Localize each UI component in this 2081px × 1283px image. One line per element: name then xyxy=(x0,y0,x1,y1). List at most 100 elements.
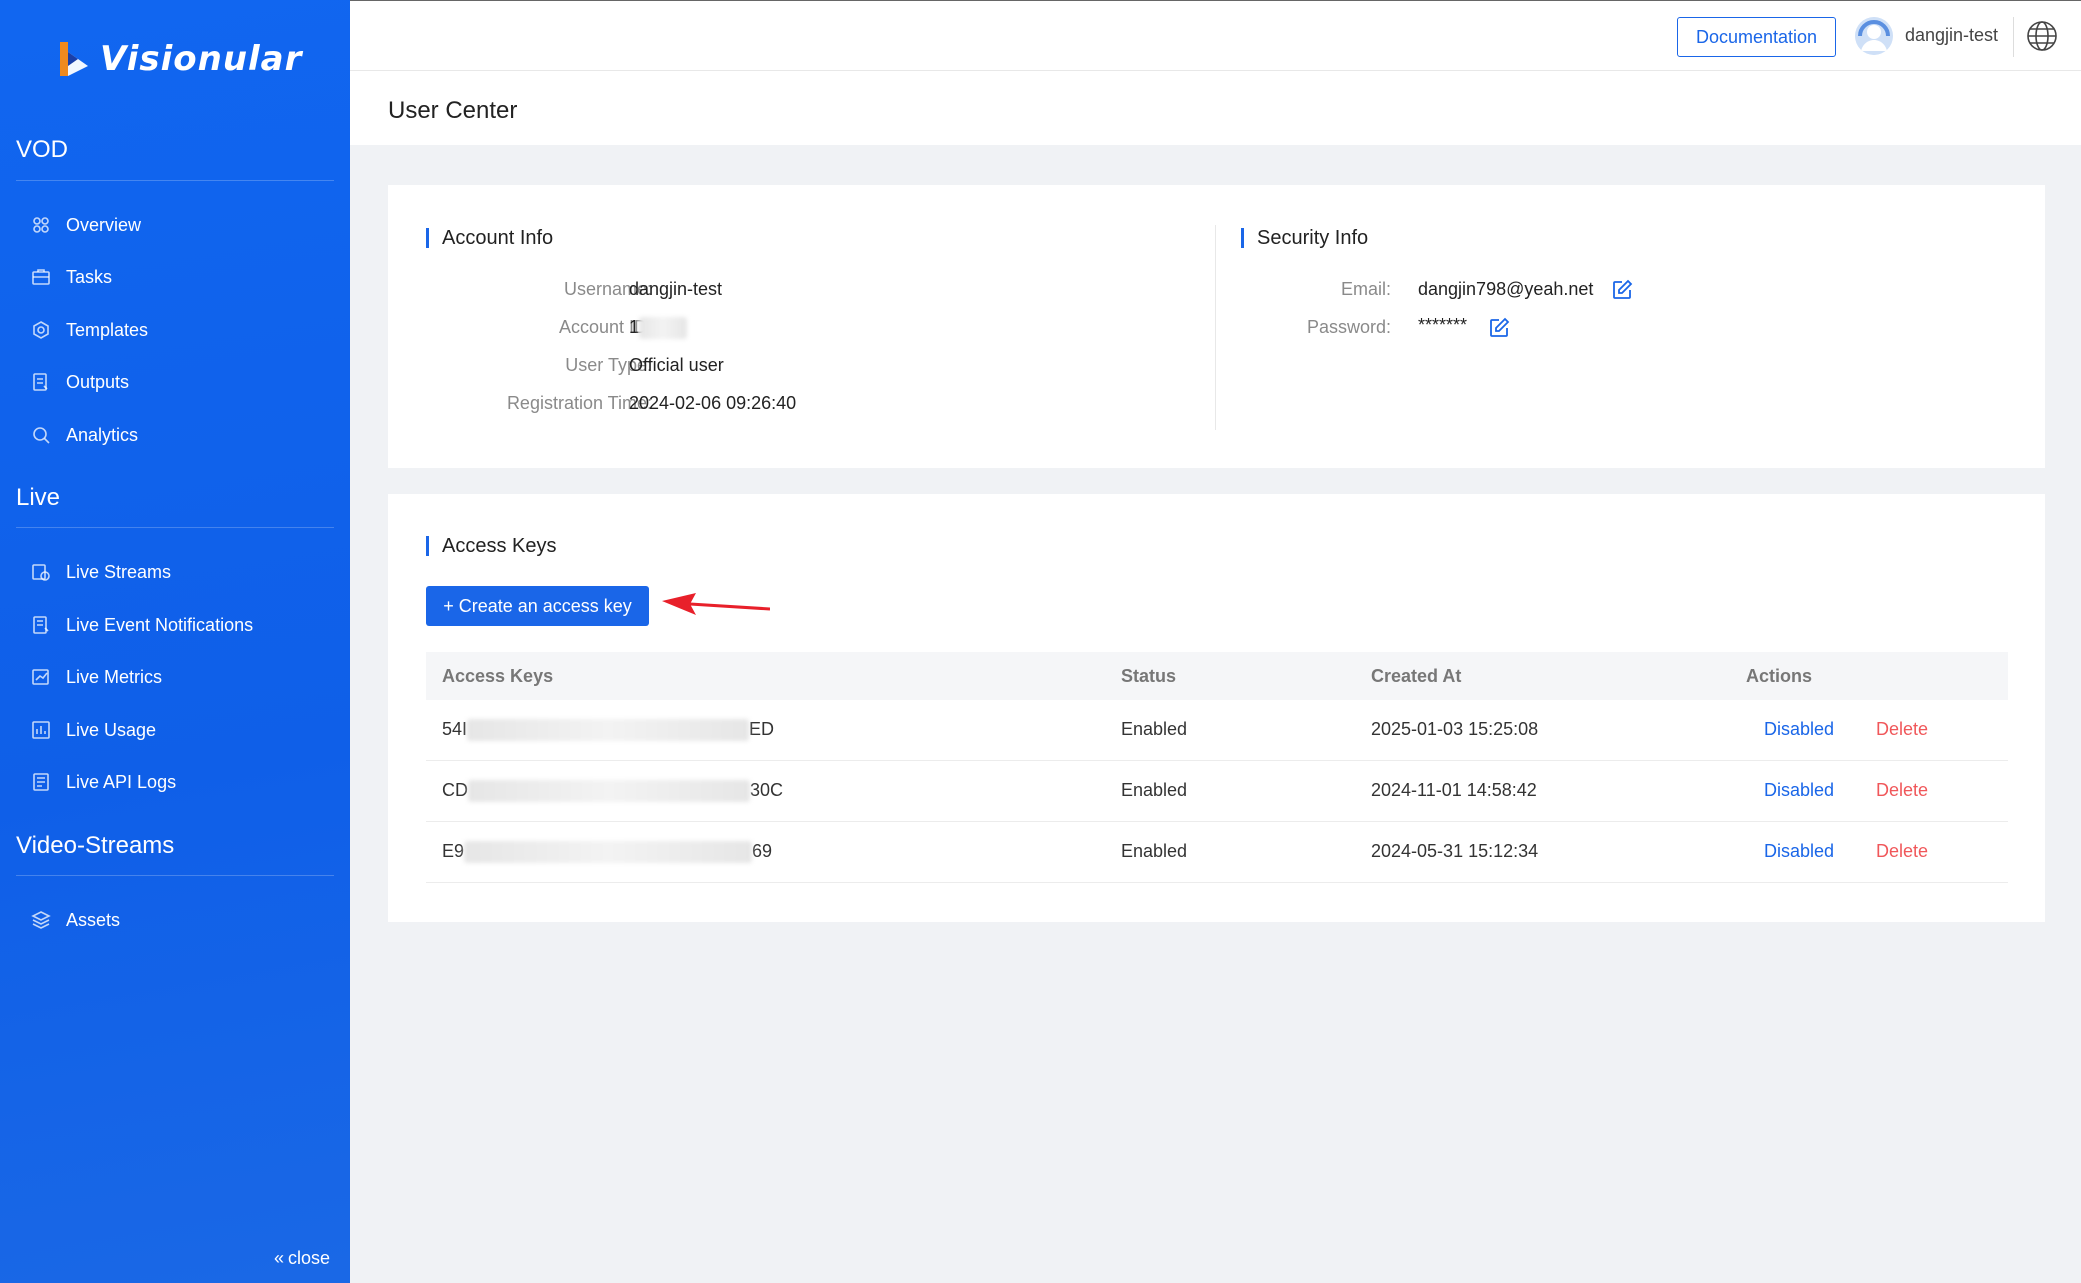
live-streams-icon xyxy=(30,561,52,583)
notifications-icon xyxy=(30,614,52,636)
access-keys-title: Access Keys xyxy=(426,536,556,556)
email-value: dangjin798@yeah.net xyxy=(1418,279,1594,299)
access-key-value: CD 30C xyxy=(442,780,783,803)
field-label: Username: xyxy=(563,279,652,299)
redacted-blur xyxy=(639,317,688,340)
sidebar-item-templates[interactable]: Templates xyxy=(30,315,148,345)
sidebar-item-label: Outputs xyxy=(66,371,130,392)
column-header: Actions xyxy=(1746,666,1813,686)
card-divider xyxy=(1215,225,1216,430)
section-title-live: Live xyxy=(16,484,61,511)
api-logs-icon xyxy=(30,771,52,793)
field-label: User Type: xyxy=(565,355,652,375)
sidebar-item-label: Tasks xyxy=(66,266,113,287)
logo-mark-icon xyxy=(60,42,88,76)
sidebar-item-label: Assets xyxy=(66,909,121,930)
sidebar-item-label: Live Streams xyxy=(66,561,172,582)
status-value: Enabled xyxy=(1121,719,1188,739)
column-header: Status xyxy=(1121,666,1177,686)
page-title: User Center xyxy=(388,97,518,124)
delete-key-link[interactable]: Delete xyxy=(1876,841,1928,862)
column-header: Created At xyxy=(1371,666,1462,686)
language-globe-icon[interactable] xyxy=(2025,19,2059,53)
redacted-blur xyxy=(468,780,750,803)
sidebar-item-live-usage[interactable]: Live Usage xyxy=(30,715,156,745)
security-info-title: Security Info xyxy=(1241,228,1368,248)
edit-password-icon[interactable] xyxy=(1488,317,1510,339)
table-row: 54I ED Enabled 2025-01-03 15:25:08 Disabl… xyxy=(426,700,2008,761)
brand-name: Visionular xyxy=(100,39,303,79)
section-title-video-streams: Video-Streams xyxy=(16,832,175,859)
status-value: Enabled xyxy=(1121,841,1188,861)
disable-key-link[interactable]: Disabled xyxy=(1764,780,1834,801)
section-divider xyxy=(16,527,334,528)
disable-key-link[interactable]: Disabled xyxy=(1764,841,1834,862)
access-key-value: E9 69 xyxy=(442,841,772,864)
status-value: Enabled xyxy=(1121,780,1188,800)
account-id-value: 1 xyxy=(629,317,688,340)
brand-logo: Visionular xyxy=(56,38,302,80)
page-header: User Center xyxy=(350,71,2081,145)
delete-key-link[interactable]: Delete xyxy=(1876,780,1928,801)
user-type-value: Official user xyxy=(629,355,724,375)
field-label: Password: xyxy=(1306,317,1391,337)
redacted-blur xyxy=(464,841,753,864)
close-label: close xyxy=(288,1248,331,1268)
overview-icon xyxy=(30,214,52,236)
metrics-icon xyxy=(30,666,52,688)
sidebar-item-live-metrics[interactable]: Live Metrics xyxy=(30,662,162,692)
edit-email-icon[interactable] xyxy=(1611,279,1633,301)
sidebar-item-label: Templates xyxy=(66,319,149,340)
top-bar: Documentation dangjin-test xyxy=(350,0,2081,71)
sidebar-item-label: Live Metrics xyxy=(66,666,163,687)
tasks-icon xyxy=(30,266,52,288)
usage-icon xyxy=(30,719,52,741)
templates-icon xyxy=(30,319,52,341)
documentation-button[interactable]: Documentation xyxy=(1677,17,1836,57)
sidebar-item-label: Live API Logs xyxy=(66,771,177,792)
collapse-sidebar-button[interactable]: « close xyxy=(274,1248,330,1269)
sidebar-item-assets[interactable]: Assets xyxy=(30,905,120,935)
user-name[interactable]: dangjin-test xyxy=(1905,25,1998,46)
sidebar-item-live-api-logs[interactable]: Live API Logs xyxy=(30,767,176,797)
avatar[interactable] xyxy=(1855,17,1893,55)
table-row: E9 69 Enabled 2024-05-31 15:12:34 Disable… xyxy=(426,822,2008,883)
created-at-value: 2024-05-31 15:12:34 xyxy=(1371,841,1539,861)
section-title-vod: VOD xyxy=(16,136,69,163)
sidebar-item-label: Overview xyxy=(66,214,142,235)
red-arrow-icon xyxy=(662,593,770,615)
sidebar-item-live-event-notifications[interactable]: Live Event Notifications xyxy=(30,610,253,640)
user-avatar-icon xyxy=(1855,17,1893,55)
double-chevron-left-icon: « xyxy=(274,1248,285,1268)
sidebar-item-outputs[interactable]: Outputs xyxy=(30,367,129,397)
username-value: dangjin-test xyxy=(629,279,723,299)
access-keys-card: Access Keys + Create an access key Acces… xyxy=(388,494,2045,922)
sidebar-item-analytics[interactable]: Analytics xyxy=(30,420,138,450)
created-at-value: 2024-11-01 14:58:42 xyxy=(1371,780,1537,800)
sidebar: Visionular VOD Overview Tasks Templates … xyxy=(0,0,350,1283)
table-header: Access Keys Status Created At Actions xyxy=(426,652,2008,700)
create-access-key-button[interactable]: + Create an access key xyxy=(426,586,649,626)
sidebar-item-live-streams[interactable]: Live Streams xyxy=(30,557,171,587)
field-label: Email: xyxy=(1340,279,1391,299)
field-label: Account ID: xyxy=(558,317,652,337)
sidebar-item-label: Analytics xyxy=(66,424,139,445)
created-at-value: 2025-01-03 15:25:08 xyxy=(1371,719,1539,739)
field-label: Registration Time: xyxy=(506,393,652,413)
sidebar-item-overview[interactable]: Overview xyxy=(30,210,141,240)
sidebar-item-label: Live Usage xyxy=(66,719,157,740)
sidebar-item-tasks[interactable]: Tasks xyxy=(30,262,112,292)
column-header: Access Keys xyxy=(442,666,554,686)
disable-key-link[interactable]: Disabled xyxy=(1764,719,1834,740)
access-keys-table: Access Keys Status Created At Actions 54… xyxy=(426,652,2008,883)
table-row: CD 30C Enabled 2024-11-01 14:58:42 Disabl… xyxy=(426,761,2008,822)
analytics-icon xyxy=(30,424,52,446)
sidebar-item-label: Live Event Notifications xyxy=(66,614,254,635)
password-value: ******* xyxy=(1418,315,1468,335)
account-info-title: Account Info xyxy=(426,228,553,248)
delete-key-link[interactable]: Delete xyxy=(1876,719,1928,740)
outputs-icon xyxy=(30,371,52,393)
topbar-divider xyxy=(2013,17,2014,57)
account-security-card: Account Info Username: dangjin-test Acco… xyxy=(388,185,2045,468)
registration-time-value: 2024-02-06 09:26:40 xyxy=(629,393,797,413)
